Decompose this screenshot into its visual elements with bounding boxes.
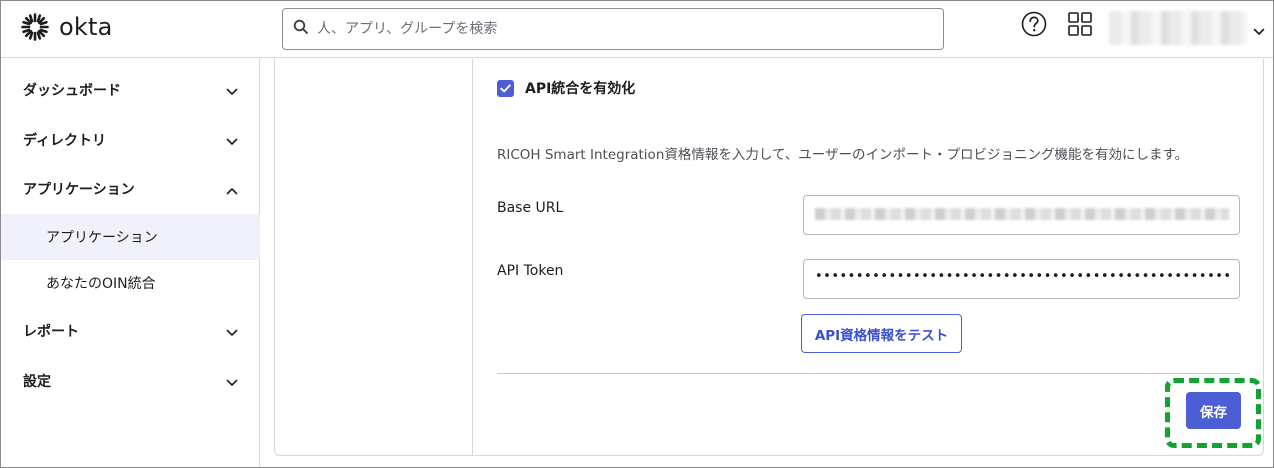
okta-logo-icon [21,13,49,41]
sidebar-subitem-applications[interactable]: アプリケーション [1,214,260,260]
chevron-down-icon [226,131,238,150]
sidebar-subitem-oin-integrations[interactable]: あなたのOIN統合 [1,260,260,306]
test-api-credentials-button[interactable]: API資格情報をテスト [801,314,962,353]
integration-description: RICOH Smart Integration資格情報を入力して、ユーザーのイン… [497,147,1189,163]
sidebar-item-dashboard[interactable]: ダッシュボード [1,67,260,113]
sidebar-item-applications[interactable]: アプリケーション [1,166,260,212]
sidebar-item-settings[interactable]: 設定 [1,358,260,404]
search-bar[interactable] [282,8,944,50]
integration-settings-card [274,59,1264,456]
base-url-input[interactable] [803,195,1240,235]
save-button[interactable]: 保存 [1186,392,1241,429]
api-token-input[interactable] [803,259,1240,299]
enable-api-integration-checkbox[interactable] [497,79,514,97]
enable-api-integration-row[interactable]: API統合を有効化 [497,78,635,98]
chevron-down-icon [226,322,238,341]
chevron-down-icon [226,81,238,100]
sidebar-item-label: アプリケーション [23,182,135,198]
app-grid-icon[interactable] [1067,11,1093,41]
sidebar-item-directory[interactable]: ディレクトリ [1,117,260,163]
vertical-divider [472,59,473,456]
api-token-label: API Token [497,263,564,279]
okta-logo-text: okta [59,13,113,41]
base-url-label: Base URL [497,200,564,216]
okta-logo[interactable]: okta [21,13,113,41]
search-input[interactable] [317,21,917,37]
chevron-down-icon [226,372,238,391]
help-icon[interactable] [1021,11,1047,41]
enable-api-integration-label: API統合を有効化 [525,81,636,97]
sidebar-item-label: ダッシュボード [23,83,121,99]
sidebar-item-label: ディレクトリ [23,133,107,149]
chevron-up-icon [226,180,238,199]
horizontal-divider [497,373,1240,374]
sidebar-nav: ダッシュボード ディレクトリ アプリケーション アプリケーション あなたのOIN… [1,59,260,467]
search-icon [293,19,309,39]
sidebar-item-label: 設定 [23,374,51,390]
chevron-down-icon[interactable] [1253,21,1265,40]
top-header: okta [1,1,1273,58]
sidebar-item-label: レポート [23,324,79,340]
sidebar-item-reports[interactable]: レポート [1,308,260,354]
user-account-menu[interactable] [1109,11,1247,45]
